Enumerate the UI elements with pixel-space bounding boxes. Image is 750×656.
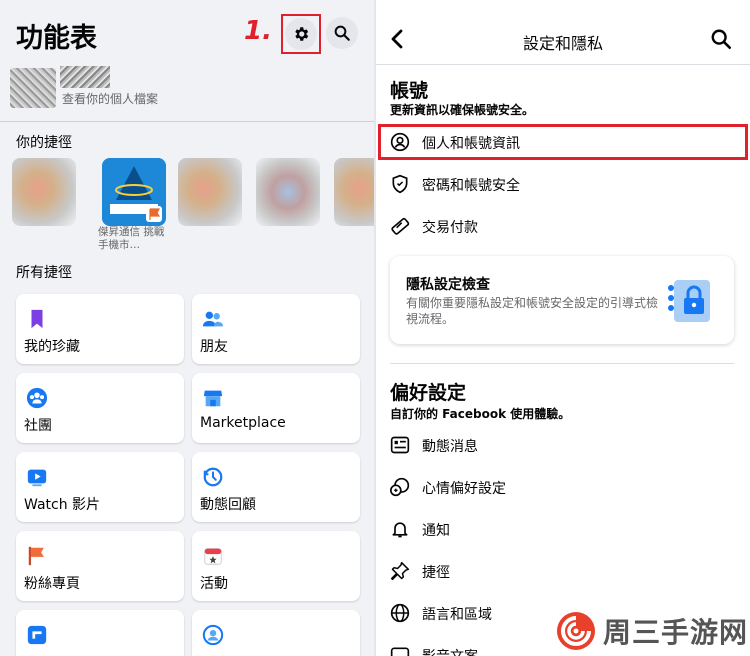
grid-card-label: Marketplace (200, 415, 286, 431)
settings-privacy-panel: 設定和隱私 帳號 更新資訊以確保帳號安全。 個人和帳號資訊 密碼和帳號安全 交易… (376, 0, 750, 656)
avatar (10, 68, 56, 108)
row-label: 動態消息 (422, 439, 478, 455)
divider (0, 121, 374, 122)
row-label: 交易付款 (422, 220, 478, 236)
search-icon (334, 25, 350, 41)
shortcut-app-tile[interactable] (102, 158, 166, 226)
shield-icon (392, 174, 408, 194)
watermark-text: 周三手游网 (603, 616, 749, 649)
preferences-section-title: 偏好設定 (390, 382, 467, 404)
row-payments[interactable]: 交易付款 (376, 209, 750, 243)
grid-card-profile[interactable] (192, 610, 360, 656)
menu-title: 功能表 (16, 23, 97, 54)
grid-card-label: 朋友 (200, 339, 228, 355)
grid-card-watch[interactable]: Watch 影片 (16, 452, 184, 522)
shortcut-tile[interactable] (12, 158, 76, 226)
settings-highlight-box (281, 14, 321, 54)
row-shortcuts[interactable]: 捷徑 (376, 554, 750, 588)
grid-card-events[interactable]: 活動 (192, 531, 360, 601)
settings-button[interactable] (285, 18, 317, 50)
globe-icon (390, 603, 410, 623)
grid-card-friends[interactable]: 朋友 (192, 294, 360, 364)
section-divider (390, 363, 734, 364)
all-shortcuts-heading: 所有捷徑 (16, 265, 72, 281)
grid-card-label: 活動 (200, 576, 228, 592)
profile-name-blurred (60, 66, 110, 88)
grid-card-gaming[interactable] (16, 610, 184, 656)
row-label: 密碼和帳號安全 (422, 178, 520, 194)
row-notifications[interactable]: 通知 (376, 512, 750, 546)
privacy-checkup-card[interactable]: 隱私設定檢查 有關你重要隱私設定和帳號安全設定的引導式檢視流程。 (390, 256, 734, 344)
row-label: 通知 (422, 523, 450, 539)
groups-icon (26, 387, 48, 409)
shortcut-app-name: 傑昇通信 挑戰手機市… (98, 226, 165, 251)
preferences-section-desc: 自訂你的 Facebook 使用體驗。 (390, 407, 571, 421)
watermark-logo-icon (557, 612, 595, 650)
row-label: 心情偏好設定 (422, 481, 506, 497)
row-password-security[interactable]: 密碼和帳號安全 (376, 167, 750, 201)
profile-circle-icon (202, 624, 224, 646)
watermark: 周三手游网 (555, 609, 749, 653)
grid-card-saved[interactable]: 我的珍藏 (16, 294, 184, 364)
profile-subtitle: 查看你的個人檔案 (62, 92, 159, 106)
menu-panel: 功能表 1. 查看你的個人檔案 你的捷徑 傑昇通信 挑戰手機市… 所有捷徑 我的… (0, 0, 374, 656)
bookmark-icon (31, 309, 43, 329)
media-icon (390, 647, 410, 656)
app-logo-icon (102, 158, 166, 226)
marketplace-icon (203, 390, 223, 407)
pin-icon (390, 561, 410, 581)
grid-card-memories[interactable]: 動態回顧 (192, 452, 360, 522)
events-icon (204, 548, 222, 565)
row-label: 語言和區域 (422, 607, 492, 623)
privacy-lock-icon (668, 280, 710, 322)
watch-icon (27, 469, 47, 487)
grid-card-label: Watch 影片 (24, 497, 101, 513)
friends-icon (202, 311, 224, 327)
bell-icon (392, 522, 408, 538)
reactions-icon (390, 477, 410, 497)
shortcut-tile[interactable] (178, 158, 242, 226)
row-label: 影音文案 (422, 646, 478, 656)
grid-card-groups[interactable]: 社團 (16, 373, 184, 443)
account-section-title: 帳號 (390, 80, 429, 102)
grid-card-label: 粉絲專頁 (24, 576, 80, 592)
grid-card-label: 社團 (24, 418, 52, 434)
menu-search-button[interactable] (326, 17, 358, 49)
grid-card-label: 我的珍藏 (24, 339, 80, 355)
tag-icon (391, 217, 410, 235)
grid-card-pages[interactable]: 粉絲專頁 (16, 531, 184, 601)
gaming-icon (27, 625, 47, 645)
row-label: 捷徑 (422, 565, 450, 581)
shortcuts-heading: 你的捷徑 (16, 135, 72, 151)
settings-header: 設定和隱私 (376, 0, 750, 66)
account-section-desc: 更新資訊以確保帳號安全。 (390, 103, 535, 117)
memories-icon (203, 467, 223, 487)
news-feed-icon (390, 436, 410, 454)
shortcut-tile[interactable] (256, 158, 320, 226)
search-icon[interactable] (710, 28, 732, 50)
grid-card-label: 動態回顧 (200, 497, 256, 513)
pages-flag-icon (28, 546, 44, 566)
shortcut-tile[interactable] (334, 158, 374, 226)
privacy-checkup-desc: 有關你重要隱私設定和帳號安全設定的引導式檢視流程。 (406, 296, 659, 326)
gear-icon (295, 27, 309, 41)
grid-card-marketplace[interactable]: Marketplace (192, 373, 360, 443)
settings-title: 設定和隱私 (522, 34, 603, 53)
row-news-feed[interactable]: 動態消息 (376, 428, 750, 462)
personal-info-highlight-box (378, 124, 748, 160)
header-divider (376, 64, 750, 65)
row-reaction-prefs[interactable]: 心情偏好設定 (376, 470, 750, 504)
privacy-checkup-title: 隱私設定檢查 (406, 277, 490, 293)
step-marker: 1. (244, 16, 272, 46)
